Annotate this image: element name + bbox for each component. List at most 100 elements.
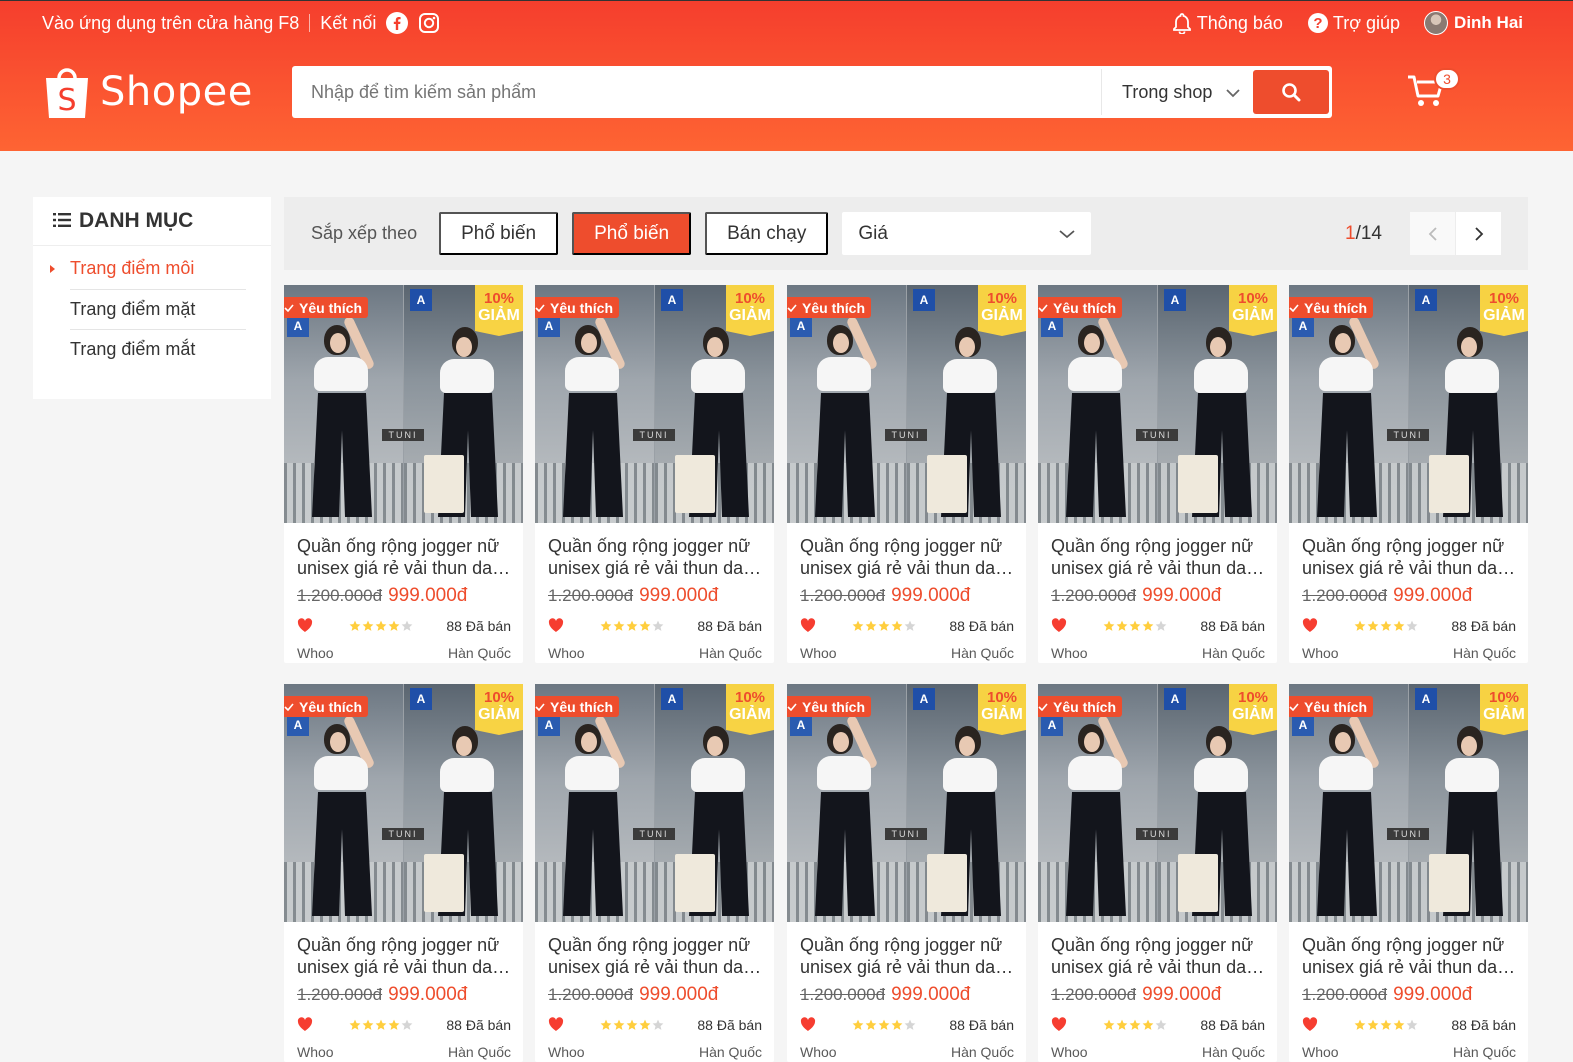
action-row: 88 Đã bán	[1289, 607, 1528, 635]
sale-label: GIẢM	[1232, 706, 1274, 723]
bell-icon	[1171, 12, 1193, 34]
facebook-icon[interactable]	[386, 12, 409, 34]
heart-icon[interactable]	[297, 618, 313, 634]
price-old: 1.200.000đ	[297, 985, 383, 1004]
product-card[interactable]: A A TUNI Yêu thích 10% GIẢM Quần ống rộn…	[1038, 285, 1277, 663]
product-name-line1: Quần ống rộng jogger nữ	[1051, 536, 1254, 556]
sale-percent: 10%	[483, 689, 515, 706]
category-item-lip-makeup[interactable]: Trang điểm môi	[50, 248, 246, 289]
notifications-label: Thông báo	[1196, 12, 1283, 33]
product-card[interactable]: A A TUNI Yêu thích 10% GIẢM Quần ống rộn…	[787, 684, 1026, 1062]
action-row: 88 Đã bán	[787, 1006, 1026, 1034]
action-row: 88 Đã bán	[1038, 607, 1277, 635]
user-menu[interactable]: Dinh Hai	[1424, 11, 1523, 35]
star-filled-icon	[1129, 1019, 1141, 1030]
favourite-badge: Yêu thích	[535, 297, 620, 322]
check-icon	[787, 303, 797, 312]
price-old: 1.200.000đ	[800, 985, 886, 1004]
favourite-label: Yêu thích	[802, 299, 866, 316]
price-row: 1.200.000đ 999.000đ	[284, 980, 523, 1006]
star-filled-icon	[362, 620, 374, 631]
search-scope-label: Trong shop	[1122, 81, 1213, 102]
sale-label: GIẢM	[1483, 706, 1525, 723]
heart-icon[interactable]	[800, 618, 816, 634]
svg-text:?: ?	[1313, 15, 1322, 32]
shopee-logo[interactable]: S Shopee	[42, 64, 292, 120]
product-image: A A TUNI Yêu thích 10% GIẢM	[1038, 285, 1277, 523]
category-item-label: Trang điểm mặt	[70, 299, 196, 319]
cart-button[interactable]: 3	[1407, 68, 1460, 114]
product-name-line2: unisex giá rẻ vải thun da c...	[1302, 558, 1516, 578]
star-filled-icon	[878, 1019, 890, 1030]
brand-name: Whoo	[800, 1044, 837, 1060]
sale-label: GIẢM	[729, 706, 771, 723]
sort-popular-button[interactable]: Phổ biến	[439, 212, 559, 255]
origin-row: Whoo Hàn Quốc	[1038, 1034, 1277, 1060]
search-button[interactable]	[1253, 70, 1329, 114]
origin-name: Hàn Quốc	[698, 645, 762, 661]
heart-icon[interactable]	[800, 1017, 816, 1033]
origin-row: Whoo Hàn Quốc	[787, 635, 1026, 661]
app-download-link[interactable]: Vào ứng dụng trên cửa hàng F8	[42, 13, 299, 34]
product-card[interactable]: A A TUNI Yêu thích 10% GIẢM Quần ống rộn…	[535, 285, 774, 663]
favourite-badge: Yêu thích	[1289, 297, 1374, 322]
search-scope-select[interactable]: Trong shop	[1101, 69, 1253, 115]
product-card[interactable]: A A TUNI Yêu thích 10% GIẢM Quần ống rộn…	[1038, 684, 1277, 1062]
rating-stars	[600, 1019, 665, 1031]
mini-pagination: 1/14	[1345, 212, 1501, 255]
next-page-button[interactable]	[1456, 212, 1501, 255]
product-name-line2: unisex giá rẻ vải thun da c...	[297, 558, 511, 578]
notifications-link[interactable]: Thông báo	[1171, 12, 1283, 34]
heart-icon[interactable]	[1051, 1017, 1067, 1033]
product-name: Quần ống rộng jogger nữ unisex giá rẻ vả…	[787, 523, 1026, 581]
category-heading-label: DANH MỤC	[79, 209, 194, 232]
heart-icon[interactable]	[1302, 618, 1318, 634]
category-item-eye-makeup[interactable]: Trang điểm mắt	[70, 329, 246, 369]
prev-page-button[interactable]	[1410, 212, 1455, 255]
sale-percent: 10%	[986, 689, 1018, 706]
price-old: 1.200.000đ	[1302, 586, 1388, 605]
rating-stars	[852, 620, 917, 632]
star-filled-icon	[1367, 1019, 1379, 1030]
price-sort-select[interactable]: Giá	[842, 212, 1092, 255]
category-sidebar: DANH MỤC Trang điểm môi Trang điểm mặt T…	[33, 197, 271, 399]
favourite-badge: Yêu thích	[284, 696, 369, 721]
heart-icon[interactable]	[548, 1017, 564, 1033]
price-current: 999.000đ	[1142, 984, 1222, 1005]
star-filled-icon	[891, 1019, 903, 1030]
help-link[interactable]: ? Trợ giúp	[1307, 12, 1400, 34]
heart-icon[interactable]	[1051, 618, 1067, 634]
product-card[interactable]: A A TUNI Yêu thích 10% GIẢM Quần ống rộn…	[787, 285, 1026, 663]
star-filled-icon	[626, 620, 638, 631]
product-card[interactable]: A A TUNI Yêu thích 10% GIẢM Quần ống rộn…	[1289, 285, 1528, 663]
search-input[interactable]	[295, 69, 1101, 115]
product-name-line1: Quần ống rộng jogger nữ	[800, 536, 1003, 556]
instagram-icon[interactable]	[418, 12, 440, 34]
product-name-line2: unisex giá rẻ vải thun da c...	[297, 957, 511, 977]
search-icon	[1282, 83, 1301, 102]
heart-icon[interactable]	[297, 1017, 313, 1033]
star-filled-icon	[639, 620, 651, 631]
sold-count: 88 Đã bán	[1451, 618, 1516, 634]
sort-popular-active-button[interactable]: Phổ biến	[572, 212, 692, 255]
star-filled-icon	[852, 620, 864, 631]
sale-percent: 10%	[1237, 689, 1269, 706]
origin-row: Whoo Hàn Quốc	[1289, 635, 1528, 661]
star-filled-icon	[1380, 1019, 1392, 1030]
origin-row: Whoo Hàn Quốc	[284, 1034, 523, 1060]
sale-off-badge: 10% GIẢM	[1229, 684, 1277, 735]
favourite-badge: Yêu thích	[535, 696, 620, 721]
product-card[interactable]: A A TUNI Yêu thích 10% GIẢM Quần ống rộn…	[284, 285, 523, 663]
product-card[interactable]: A A TUNI Yêu thích 10% GIẢM Quần ống rộn…	[284, 684, 523, 1062]
sort-bestseller-button[interactable]: Bán chạy	[705, 212, 829, 255]
category-item-face-makeup[interactable]: Trang điểm mặt	[70, 289, 246, 329]
sale-off-badge: 10% GIẢM	[1480, 684, 1528, 735]
product-name-line1: Quần ống rộng jogger nữ	[800, 935, 1003, 955]
heart-icon[interactable]	[548, 618, 564, 634]
price-sort-label: Giá	[858, 222, 888, 244]
heart-icon[interactable]	[1302, 1017, 1318, 1033]
check-icon	[787, 702, 797, 711]
check-icon	[284, 303, 294, 312]
product-card[interactable]: A A TUNI Yêu thích 10% GIẢM Quần ống rộn…	[535, 684, 774, 1062]
product-card[interactable]: A A TUNI Yêu thích 10% GIẢM Quần ống rộn…	[1289, 684, 1528, 1062]
